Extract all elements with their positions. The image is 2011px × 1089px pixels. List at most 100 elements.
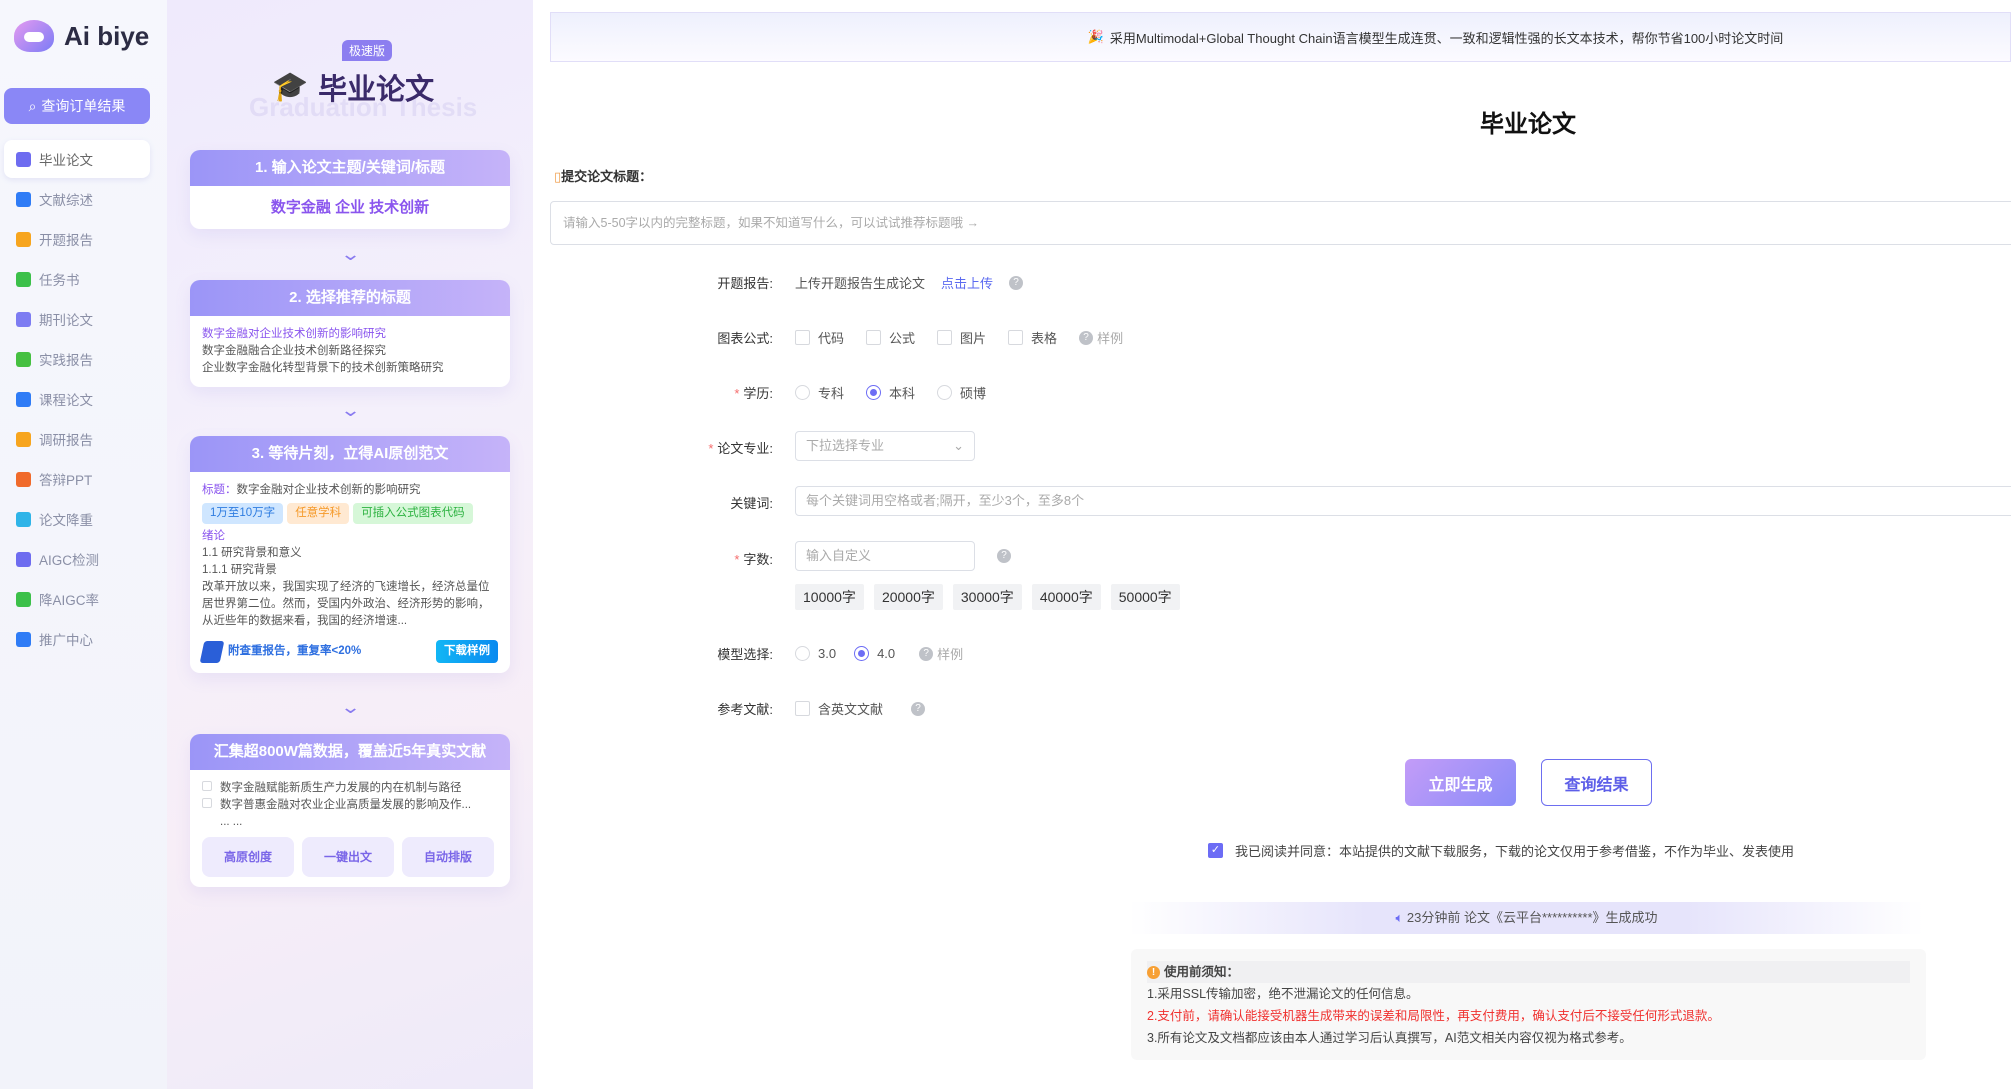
refs-label: 参考文献: (717, 699, 773, 718)
step3-header: 3. 等待片刻，立得AI原创范文 (190, 436, 510, 472)
keywords-input[interactable]: 每个关键词用空格或者;隔开，至少3个，至多8个 (795, 486, 2011, 516)
recommended-title[interactable]: 数字金融融合企业技术创新路径探究 (202, 343, 498, 360)
notice-box: !使用前须知： 1.采用SSL传输加密，绝不泄漏论文的任何信息。 2.支付前，请… (1131, 949, 1926, 1060)
sample-link[interactable]: 样例 (1097, 328, 1123, 347)
sample-link[interactable]: 样例 (937, 644, 963, 663)
sidebar-item[interactable]: 实践报告 (4, 340, 150, 378)
word-preset[interactable]: 40000字 (1032, 584, 1101, 610)
notification-text: 23分钟前 论文《云平台**********》生成成功 (1407, 910, 1658, 925)
agreement-checkbox[interactable]: ✓ (1208, 843, 1223, 858)
help-icon[interactable]: ? (1079, 331, 1093, 345)
promo-title-text: 毕业论文 (318, 66, 434, 108)
degree-label-text: 学历: (743, 386, 773, 401)
step1-card: 1. 输入论文主题/关键词/标题 数字金融 企业 技术创新 (190, 150, 510, 229)
help-icon[interactable]: ? (911, 702, 925, 716)
major-select[interactable]: 下拉选择专业⌄ (795, 431, 975, 461)
major-label-text: 论文专业: (717, 441, 773, 456)
model-option: 4.0 (877, 646, 895, 661)
step4-header: 汇集超800W篇数据，覆盖近5年真实文献 (190, 734, 510, 770)
help-icon[interactable]: ? (919, 647, 933, 661)
step2-header: 2. 选择推荐的标题 (190, 280, 510, 316)
download-sample-button[interactable]: 下载样例 (436, 640, 498, 663)
search-icon: ⌕ (29, 98, 37, 115)
sidebar-item-label: 降AIGC率 (39, 589, 99, 609)
nav-icon (16, 232, 31, 247)
word-preset[interactable]: 30000字 (953, 584, 1022, 610)
word-preset[interactable]: 10000字 (795, 584, 864, 610)
word-count-input[interactable]: 输入自定义 (795, 541, 975, 571)
thesis-title-input[interactable]: 请输入5-50字以内的完整标题，如果不知道写什么，可以试试推荐标题哦 → (550, 201, 2011, 245)
feature-one-click: 一键出文 (302, 837, 394, 877)
sidebar-item[interactable]: 课程论文 (4, 380, 150, 418)
sidebar-item[interactable]: 任务书 (4, 260, 150, 298)
degree-radio-zhuanke[interactable] (795, 385, 810, 400)
sidebar-item[interactable]: 毕业论文 (4, 140, 150, 178)
help-icon[interactable]: ? (997, 549, 1011, 563)
title-label-text: 提交论文标题： (561, 169, 652, 184)
code-option: 代码 (818, 328, 844, 347)
nav-icon (16, 592, 31, 607)
english-refs-checkbox[interactable] (795, 701, 810, 716)
query-order-label: 查询订单结果 (41, 96, 125, 116)
step3-card: 3. 等待片刻，立得AI原创范文 标题：数字金融对企业技术创新的影响研究 1万至… (190, 436, 510, 673)
proposal-text: 上传开题报告生成论文 (795, 273, 925, 292)
book-icon (200, 641, 225, 663)
sidebar-item-label: 答辩PPT (39, 469, 92, 489)
model-radio-4[interactable] (854, 646, 869, 661)
sidebar-item-label: 毕业论文 (39, 149, 93, 169)
model-radio-3[interactable] (795, 646, 810, 661)
formula-checkbox[interactable] (866, 330, 881, 345)
top-banner: 🎉采用Multimodal+Global Thought Chain语言模型生成… (550, 12, 2011, 62)
upload-link[interactable]: 点击上传 (941, 273, 993, 292)
sidebar-item[interactable]: 期刊论文 (4, 300, 150, 338)
logo-mascot-icon (14, 20, 54, 52)
recommended-title[interactable]: 企业数字金融化转型背景下的技术创新策略研究 (202, 360, 498, 377)
report-note: 附查重报告，重复率<20% (228, 643, 361, 660)
english-refs-option: 含英文文献 (818, 699, 883, 718)
logo[interactable]: Ai biye (14, 20, 149, 52)
sidebar-item[interactable]: 开题报告 (4, 220, 150, 258)
table-checkbox[interactable] (1008, 330, 1023, 345)
sidebar-item-label: 课程论文 (39, 389, 93, 409)
degree-radio-shuobo[interactable] (937, 385, 952, 400)
query-order-button[interactable]: ⌕查询订单结果 (4, 88, 150, 124)
sidebar-item[interactable]: 调研报告 (4, 420, 150, 458)
chevron-down-icon: ⌄ (340, 697, 361, 718)
sidebar-nav: 毕业论文文献综述开题报告任务书期刊论文实践报告课程论文调研报告答辩PPT 论文降重… (4, 140, 150, 660)
sidebar: Ai biye ⌕查询订单结果 毕业论文文献综述开题报告任务书期刊论文实践报告课… (0, 0, 167, 1089)
sidebar-item-label: 推广中心 (39, 629, 93, 649)
sidebar-item[interactable]: 答辩PPT (4, 460, 150, 498)
sidebar-item[interactable]: 推广中心 (4, 620, 150, 658)
model-label: 模型选择: (717, 644, 773, 663)
title-label: 标题： (202, 484, 237, 496)
formula-option: 公式 (889, 328, 915, 347)
notice-item-warning: 2.支付前，请确认能接受机器生成带来的误差和局限性，再支付费用，确认支付后不接受… (1147, 1005, 1910, 1027)
tag: 1万至10万字 (202, 503, 283, 524)
sidebar-item-label: AIGC检测 (39, 549, 99, 569)
generate-button[interactable]: 立即生成 (1405, 759, 1516, 806)
sidebar-item[interactable]: AIGC检测 (4, 540, 150, 578)
reference-item: 数字普惠金融对农业企业高质量发展的影响及作... (220, 799, 471, 811)
notice-item: 1.采用SSL传输加密，绝不泄漏论文的任何信息。 (1147, 983, 1910, 1005)
degree-radio-benke[interactable] (866, 385, 881, 400)
tag: 可插入公式图表代码 (353, 503, 473, 524)
code-checkbox[interactable] (795, 330, 810, 345)
query-result-button[interactable]: 查询结果 (1541, 759, 1652, 806)
words-label-text: 字数: (743, 552, 773, 567)
promo-panel: 极速版 Graduation Thesis 🎓毕业论文 1. 输入论文主题/关键… (167, 0, 533, 1089)
sidebar-item[interactable]: 论文降重 (4, 500, 150, 538)
sidebar-item[interactable]: 文献综述 (4, 180, 150, 218)
image-option: 图片 (960, 328, 986, 347)
sample-title: 数字金融对企业技术创新的影响研究 (237, 484, 421, 496)
word-preset[interactable]: 20000字 (874, 584, 943, 610)
word-preset[interactable]: 50000字 (1111, 584, 1180, 610)
nav-icon (16, 312, 31, 327)
image-checkbox[interactable] (937, 330, 952, 345)
recommended-title[interactable]: 数字金融对企业技术创新的影响研究 (202, 326, 498, 343)
notice-title: 使用前须知： (1164, 961, 1239, 983)
charts-label: 图表公式: (717, 328, 773, 347)
chevron-down-icon: ⌄ (953, 432, 964, 460)
sidebar-item[interactable]: 降AIGC率 (4, 580, 150, 618)
major-label: *论文专业: (708, 438, 773, 457)
help-icon[interactable]: ? (1009, 276, 1023, 290)
